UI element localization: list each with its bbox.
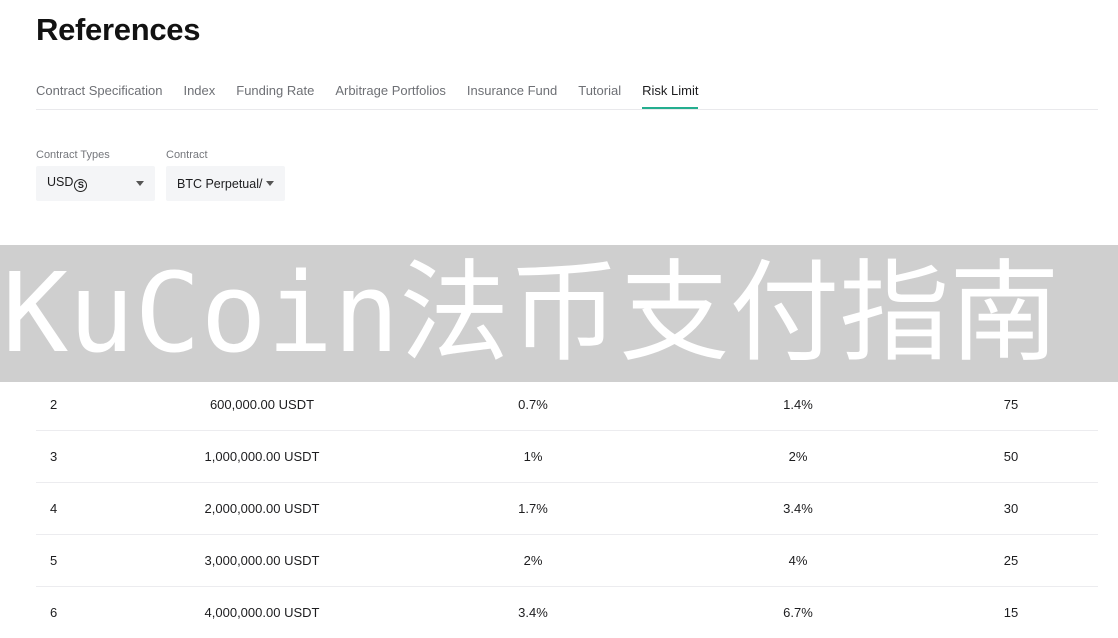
page-title: References: [36, 12, 201, 47]
maintenance-margin-cell: 3.4%: [518, 605, 548, 620]
level-cell: 4: [50, 501, 58, 516]
max-leverage-cell: 50: [1003, 449, 1019, 464]
level-cell: 3: [50, 449, 58, 464]
contract-value: BTC Perpetual/: [177, 176, 263, 191]
level-cell: 6: [50, 605, 58, 620]
maintenance-margin-cell: 1%: [523, 449, 543, 464]
level-cell: 5: [50, 553, 58, 568]
chevron-down-icon: [266, 181, 274, 186]
risk-limit-cell: 2,000,000.00 USDT: [204, 501, 320, 516]
contract-types-label: Contract Types: [36, 149, 110, 161]
risk-limit-cell: 600,000.00 USDT: [209, 397, 315, 412]
contract-filter: Contract BTC Perpetual/: [166, 149, 285, 201]
usdt-coin-icon: S: [74, 179, 88, 192]
tab-risk-limit[interactable]: Risk Limit: [642, 82, 699, 109]
max-leverage-cell: 75: [1003, 397, 1019, 412]
max-leverage-cell: 25: [1003, 553, 1019, 568]
initial-margin-cell: 3.4%: [783, 501, 813, 516]
tab-insurance-fund[interactable]: Insurance Fund: [467, 82, 557, 109]
tab-funding-rate[interactable]: Funding Rate: [236, 82, 314, 109]
watermark-banner: KuCoin法币支付指南: [0, 245, 1118, 382]
contract-types-select[interactable]: USD S: [36, 166, 155, 201]
contract-types-filter: Contract Types USD S: [36, 149, 155, 201]
max-leverage-cell: 30: [1003, 501, 1019, 516]
reference-tabs: Contract Specification Index Funding Rat…: [36, 82, 1098, 110]
tab-tutorial[interactable]: Tutorial: [578, 82, 621, 109]
risk-limit-cell: 1,000,000.00 USDT: [204, 449, 320, 464]
initial-margin-cell: 1.4%: [783, 397, 813, 412]
table-row: 4 2,000,000.00 USDT 1.7% 3.4% 30: [36, 483, 1098, 535]
contract-types-value: USD S: [47, 175, 88, 192]
risk-limit-cell: 3,000,000.00 USDT: [204, 553, 320, 568]
risk-limit-table: 2 600,000.00 USDT 0.7% 1.4% 75 3 1,000,0…: [36, 379, 1098, 638]
initial-margin-cell: 2%: [788, 449, 808, 464]
maintenance-margin-cell: 2%: [523, 553, 543, 568]
level-cell: 2: [50, 397, 58, 412]
risk-limit-cell: 4,000,000.00 USDT: [204, 605, 320, 620]
table-row: 2 600,000.00 USDT 0.7% 1.4% 75: [36, 379, 1098, 431]
tab-index[interactable]: Index: [183, 82, 215, 109]
contract-label: Contract: [166, 149, 208, 161]
table-row: 3 1,000,000.00 USDT 1% 2% 50: [36, 431, 1098, 483]
maintenance-margin-cell: 0.7%: [518, 397, 548, 412]
contract-select[interactable]: BTC Perpetual/: [166, 166, 285, 201]
table-row: 6 4,000,000.00 USDT 3.4% 6.7% 15: [36, 587, 1098, 638]
max-leverage-cell: 15: [1003, 605, 1019, 620]
maintenance-margin-cell: 1.7%: [518, 501, 548, 516]
table-row: 5 3,000,000.00 USDT 2% 4% 25: [36, 535, 1098, 587]
tab-arbitrage-portfolios[interactable]: Arbitrage Portfolios: [335, 82, 446, 109]
banner-text: KuCoin法币支付指南: [2, 249, 1060, 377]
tab-contract-specification[interactable]: Contract Specification: [36, 82, 162, 109]
chevron-down-icon: [136, 181, 144, 186]
initial-margin-cell: 4%: [788, 553, 808, 568]
initial-margin-cell: 6.7%: [783, 605, 813, 620]
